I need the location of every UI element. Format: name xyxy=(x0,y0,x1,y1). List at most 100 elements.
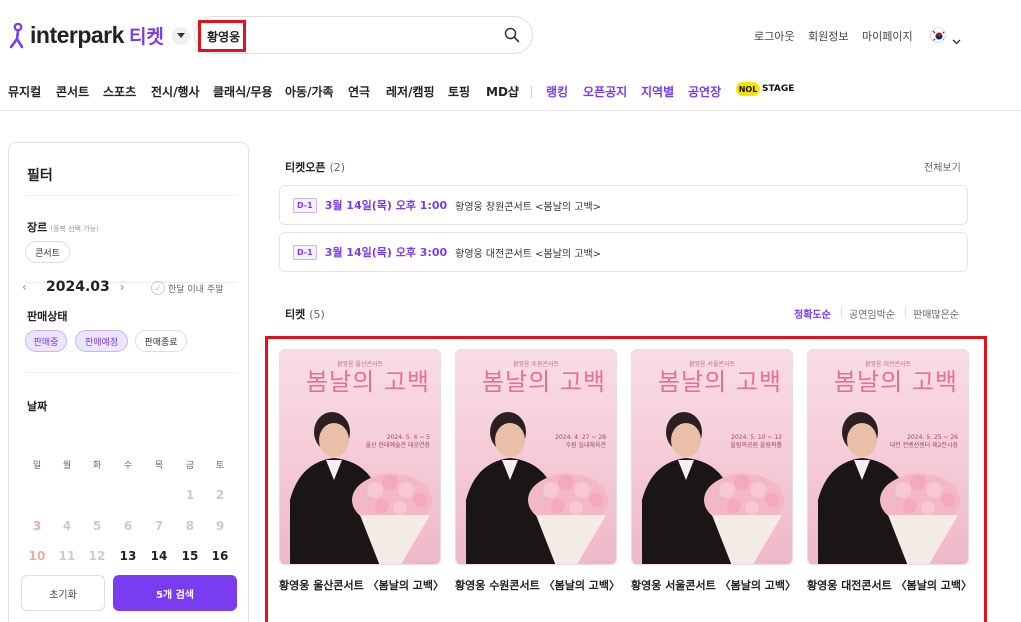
calendar-day[interactable]: 13 xyxy=(115,549,141,563)
ticket-name[interactable]: 황영웅 대전콘서트 〈봄날의 고백〉 xyxy=(807,577,972,594)
ticket-name[interactable]: 황영웅 울산콘서트 〈봄날의 고백〉 xyxy=(279,577,444,594)
nav-topping[interactable]: 토핑 xyxy=(448,83,470,100)
korea-flag-icon[interactable] xyxy=(930,27,946,43)
calendar-day: 3 xyxy=(32,519,42,533)
poster-title: 봄날의 고백 xyxy=(833,368,958,396)
nav-classic[interactable]: 클래식/무용 xyxy=(213,83,273,100)
calendar-day: 8 xyxy=(185,519,195,533)
status-label: 판매상태 xyxy=(27,310,68,323)
logout-link[interactable]: 로그아웃 xyxy=(754,28,794,44)
tickets-title: 티켓 (5) xyxy=(285,306,325,322)
calendar-day[interactable]: 14 xyxy=(146,549,172,563)
search-icon[interactable] xyxy=(504,27,520,47)
calendar-day: 9 xyxy=(215,519,225,533)
dday-badge: D-1 xyxy=(293,244,317,260)
nav-venue[interactable]: 공연장 xyxy=(688,83,721,100)
poster-image[interactable]: 황영웅 서울콘서트 봄날의 고백 2024. 5. 10 ~ 12 올림픽공원 올… xyxy=(631,349,793,565)
poster-date: 2024. 5. 4 ~ 5 울산 현대예술관 대공연장 xyxy=(365,434,430,450)
open-name: 황영웅 대전콘서트 <봄날의 고백> xyxy=(455,248,602,260)
sort-accuracy[interactable]: 정확도순 xyxy=(794,306,831,321)
poster-date-text: 2024. 4. 27 ~ 28 xyxy=(555,434,606,441)
ticket-card[interactable]: 황영웅 울산콘서트 봄날의 고백 2024. 5. 4 ~ 5 울산 현대예술관 … xyxy=(279,349,444,594)
poster-date-text: 2024. 5. 25 ~ 26 xyxy=(907,434,958,441)
calendar-day: 11 xyxy=(58,549,76,563)
weekday-label: 수 xyxy=(123,461,133,471)
nav-mdshop[interactable]: MD샵 xyxy=(486,83,519,100)
nav-concert[interactable]: 콘서트 xyxy=(56,83,89,100)
weekday-label: 화 xyxy=(92,461,102,471)
poster-date: 2024. 5. 10 ~ 12 올림픽공원 올림픽홀 xyxy=(730,434,782,450)
ticket-open-item[interactable]: D-1 3월 14일(목) 오후 1:00 황영웅 창원콘서트 <봄날의 고백> xyxy=(279,185,968,225)
genre-chip-concert[interactable]: 콘서트 xyxy=(25,241,70,263)
stage-text: STAGE xyxy=(762,84,795,94)
search-button[interactable]: 5개 검색 xyxy=(113,575,237,611)
member-info-link[interactable]: 회원정보 xyxy=(808,28,848,44)
weekday-label: 목 xyxy=(154,461,164,471)
sort-divider xyxy=(905,307,906,317)
poster-subtitle: 황영웅 서울콘서트 xyxy=(688,361,736,368)
calendar-header: ‹ 2024.03 › xyxy=(22,279,134,295)
poster-date: 2024. 4. 27 ~ 28 수원 실내체육관 xyxy=(555,434,606,450)
poster-image[interactable]: 황영웅 울산콘서트 봄날의 고백 2024. 5. 4 ~ 5 울산 현대예술관 … xyxy=(279,349,441,565)
interpark-ticket-logo[interactable]: interpark 티켓 xyxy=(8,22,190,49)
nav-sports[interactable]: 스포츠 xyxy=(103,83,136,100)
poster-image[interactable]: 황영웅 수원콘서트 봄날의 고백 2024. 4. 27 ~ 28 수원 실내체육… xyxy=(455,349,617,565)
ticket-name[interactable]: 황영웅 서울콘서트 〈봄날의 고백〉 xyxy=(631,577,796,594)
nav-ranking[interactable]: 랭킹 xyxy=(546,83,568,100)
nav-exhibition[interactable]: 전시/행사 xyxy=(151,83,200,100)
ticket-card[interactable]: 황영웅 대전콘서트 봄날의 고백 2024. 5. 25 ~ 26 대전 컨벤션센… xyxy=(807,349,972,594)
nav-musical[interactable]: 뮤지컬 xyxy=(8,83,41,100)
weekday-label: 금 xyxy=(185,461,195,471)
see-all-link[interactable]: 전체보기 xyxy=(924,159,961,174)
genre-label-text: 장르 xyxy=(27,221,48,234)
poster-venue: 대전 컨벤션센터 제2전시장 xyxy=(889,442,958,449)
calendar-day: 2 xyxy=(215,488,225,502)
chevron-down-icon[interactable] xyxy=(171,26,190,45)
sort-upcoming[interactable]: 공연임박순 xyxy=(849,306,895,321)
nol-stage-link[interactable]: NOL STAGE xyxy=(736,82,794,96)
prev-month-icon[interactable]: ‹ xyxy=(22,280,36,294)
ticket-name[interactable]: 황영웅 수원콘서트 〈봄날의 고백〉 xyxy=(455,577,620,594)
calendar-day: 4 xyxy=(62,519,72,533)
calendar-day[interactable]: 15 xyxy=(177,549,203,563)
search-bar[interactable]: 황영웅 xyxy=(194,16,533,54)
nol-badge: NOL xyxy=(736,82,760,96)
filter-divider xyxy=(25,195,237,196)
ticket-card[interactable]: 황영웅 서울콘서트 봄날의 고백 2024. 5. 10 ~ 12 올림픽공원 올… xyxy=(631,349,796,594)
open-date: 3월 14일(목) 오후 3:00 xyxy=(324,246,448,259)
weekend-toggle[interactable]: ✓ 한달 이내 주말 xyxy=(151,281,223,295)
calendar-month: 2024.03 xyxy=(46,279,110,295)
tickets-count: (5) xyxy=(309,308,325,321)
poster-image[interactable]: 황영웅 대전콘서트 봄날의 고백 2024. 5. 25 ~ 26 대전 컨벤션센… xyxy=(807,349,969,565)
calendar-day: 1 xyxy=(185,488,195,502)
status-chip-onsale[interactable]: 판매중 xyxy=(25,330,67,352)
genre-label: 장르 (중복 선택 가능) xyxy=(27,219,99,235)
poster-venue: 수원 실내체육관 xyxy=(565,442,606,449)
poster-subtitle: 황영웅 울산콘서트 xyxy=(336,361,384,368)
poster-title: 봄날의 고백 xyxy=(305,368,430,396)
nav-region[interactable]: 지역별 xyxy=(641,83,674,100)
weekend-toggle-label: 한달 이내 주말 xyxy=(168,284,224,295)
nav-open-notice[interactable]: 오픈공지 xyxy=(583,83,627,100)
open-name: 황영웅 창원콘서트 <봄날의 고백> xyxy=(455,201,602,213)
tickets-label: 티켓 xyxy=(285,308,306,321)
poster-date-text: 2024. 5. 10 ~ 12 xyxy=(731,434,782,441)
ticket-open-label: 티켓오픈 xyxy=(285,161,326,174)
reset-button[interactable]: 초기화 xyxy=(21,575,105,611)
language-chevron-icon[interactable] xyxy=(952,30,961,49)
nav-leisure[interactable]: 레저/캠핑 xyxy=(386,83,435,100)
ticket-open-item[interactable]: D-1 3월 14일(목) 오후 3:00 황영웅 대전콘서트 <봄날의 고백> xyxy=(279,232,968,272)
logo-text: interpark xyxy=(30,22,124,48)
nav-play[interactable]: 연극 xyxy=(348,83,370,100)
next-month-icon[interactable]: › xyxy=(120,280,134,294)
calendar-day: 10 xyxy=(28,549,46,563)
sort-bestseller[interactable]: 판매많은순 xyxy=(913,306,959,321)
genre-sub: (중복 선택 가능) xyxy=(50,225,99,233)
mypage-link[interactable]: 마이페이지 xyxy=(862,28,913,44)
ticket-card[interactable]: 황영웅 수원콘서트 봄날의 고백 2024. 4. 27 ~ 28 수원 실내체육… xyxy=(455,349,620,594)
nav-kids[interactable]: 아동/가족 xyxy=(285,83,334,100)
status-chip-upcoming[interactable]: 판매예정 xyxy=(75,330,128,352)
status-chip-ended[interactable]: 판매종료 xyxy=(135,330,187,352)
calendar-day[interactable]: 16 xyxy=(207,549,233,563)
search-input[interactable]: 황영웅 xyxy=(198,20,246,52)
